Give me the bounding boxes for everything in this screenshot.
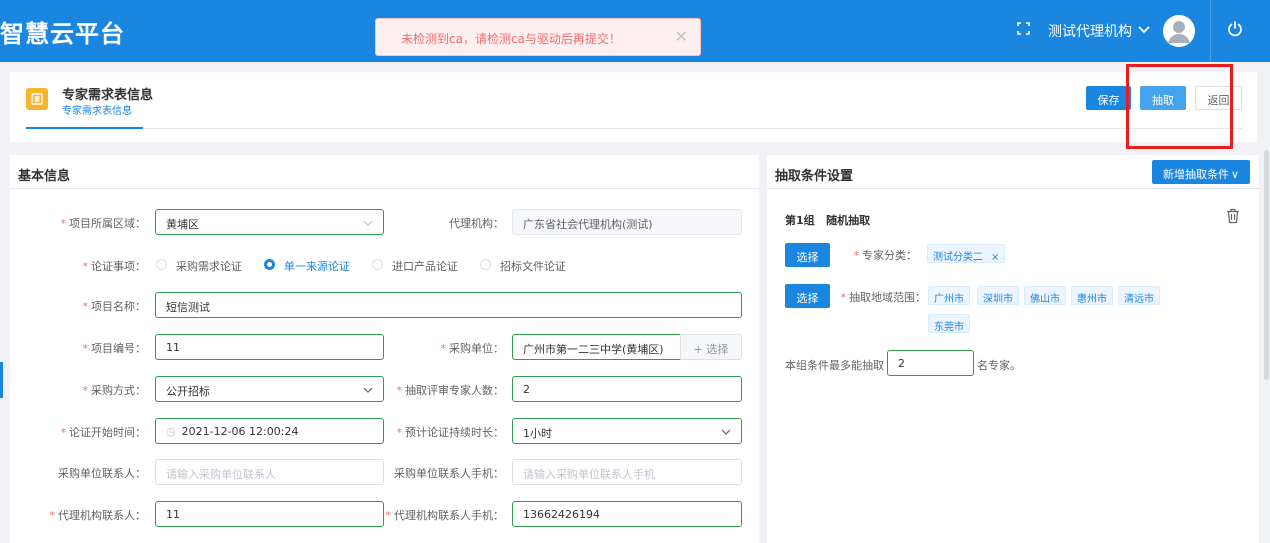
region-label: * 项目所属区域： [60, 217, 147, 230]
close-icon[interactable]: ✕ [675, 27, 688, 46]
tab-divider [26, 128, 1242, 129]
radio-label[interactable]: 进口产品论证 [392, 258, 458, 274]
error-toast: 未检测到ca，请检测ca与驱动后再提交！ ✕ [375, 18, 701, 56]
agent-phone-label: * 代理机构联系人手机： [385, 509, 505, 522]
duration-select[interactable]: 1小时 [512, 418, 742, 444]
buyer-phone-label: 采购单位联系人手机： [394, 467, 504, 480]
save-button[interactable]: 保存 [1086, 86, 1131, 110]
select-area-button[interactable]: 选择 [785, 284, 830, 308]
max-count-input[interactable]: 2 [887, 350, 974, 376]
matter-label: * 论证事项： [82, 260, 147, 273]
select-category-button[interactable]: 选择 [785, 243, 830, 267]
project-name-label: * 项目名称： [82, 300, 147, 313]
toast-message: 未检测到ca，请检测ca与驱动后再提交！ [401, 32, 621, 46]
highlight-box [1126, 64, 1233, 149]
agent-phone-input[interactable]: 13662426194 [512, 501, 742, 527]
area-tag: 东莞市 [928, 314, 970, 333]
tab-active-indicator [26, 127, 143, 129]
area-tag: 惠州市 [1071, 286, 1113, 305]
max-suffix: 名专家。 [977, 359, 1021, 372]
fullscreen-icon[interactable] [1017, 22, 1030, 38]
radio-single-source[interactable] [264, 259, 275, 270]
sidebar-edge-indicator [0, 362, 3, 398]
chevron-down-icon [362, 384, 374, 396]
radio-imported-product[interactable] [372, 259, 383, 270]
start-time-picker[interactable]: ◷ 2021-12-06 12:00:24 [155, 418, 384, 444]
app-brand: 智慧云平台 [0, 20, 125, 48]
category-label: * 专家分类： [853, 249, 918, 262]
project-no-input[interactable]: 11 [155, 334, 384, 360]
add-condition-button[interactable]: 新增抽取条件 ∨ [1152, 160, 1250, 184]
scrollbar-thumb[interactable] [1264, 150, 1269, 380]
tab-expert-demand[interactable]: 专家需求表信息 [62, 102, 132, 117]
radio-label[interactable]: 采购需求论证 [176, 258, 242, 274]
area-tag: 广州市 [928, 286, 970, 305]
area-tag: 清远市 [1118, 286, 1160, 305]
max-prefix: 本组条件最多能抽取 [785, 359, 884, 372]
area-tag: 佛山市 [1024, 286, 1066, 305]
expert-count-input[interactable]: 2 [512, 376, 742, 402]
agent-contact-label: * 代理机构联系人： [49, 509, 147, 522]
avatar[interactable] [1163, 15, 1195, 47]
radio-label[interactable]: 招标文件论证 [500, 258, 566, 274]
chevron-down-icon[interactable] [1136, 21, 1152, 37]
trash-icon[interactable] [1226, 208, 1240, 227]
panel-header: 基本信息 [10, 155, 759, 189]
buyer-select-button[interactable]: + 选择 [680, 334, 742, 360]
org-name[interactable]: 测试代理机构 [1048, 21, 1132, 41]
method-label: * 采购方式： [82, 384, 147, 397]
category-tag: 测试分类二 × [927, 244, 1006, 263]
close-icon[interactable]: × [991, 252, 999, 263]
group-title: 第1组 随机抽取 [785, 214, 871, 227]
buyer-contact-input[interactable]: 请输入采购单位联系人 [155, 459, 384, 485]
radio-tender-doc[interactable] [480, 259, 491, 270]
area-label: * 抽取地域范围： [840, 291, 927, 304]
chevron-down-icon [720, 426, 732, 438]
radio-procurement-demand[interactable] [156, 259, 167, 270]
buyer-input[interactable]: 广州市第一二三中学(黄埔区) [512, 334, 681, 360]
expert-count-label: * 抽取评审专家人数： [396, 384, 505, 397]
panel-title: 抽取条件设置 [775, 169, 854, 184]
project-no-label: * 项目编号： [82, 342, 147, 355]
start-time-label: * 论证开始时间： [60, 426, 147, 439]
agency-label: 代理机构： [449, 217, 504, 230]
panel-title: 基本信息 [18, 169, 71, 184]
agency-field: 广东省社会代理机构(测试) [512, 209, 742, 235]
buyer-label: * 采购单位： [440, 342, 505, 355]
buyer-phone-input[interactable]: 请输入采购单位联系人手机 [512, 459, 742, 485]
topbar-divider [1210, 0, 1211, 62]
radio-label[interactable]: 单一来源论证 [284, 258, 350, 274]
page-title: 专家需求表信息 [62, 88, 154, 103]
document-icon [26, 88, 48, 110]
page-header: 专家需求表信息 专家需求表信息 [10, 72, 1257, 142]
chevron-down-icon [362, 217, 374, 229]
area-tag: 深圳市 [977, 286, 1019, 305]
region-select[interactable]: 黄埔区 [155, 209, 384, 235]
chevron-down-icon: ∨ [1230, 168, 1240, 181]
project-name-input[interactable]: 短信测试 [155, 292, 742, 318]
agent-contact-input[interactable]: 11 [155, 501, 384, 527]
power-icon[interactable] [1226, 20, 1244, 38]
clock-icon: ◷ [166, 425, 176, 438]
duration-label: * 预计论证持续时长： [396, 426, 505, 439]
method-select[interactable]: 公开招标 [155, 376, 384, 402]
buyer-contact-label: 采购单位联系人： [58, 467, 146, 480]
